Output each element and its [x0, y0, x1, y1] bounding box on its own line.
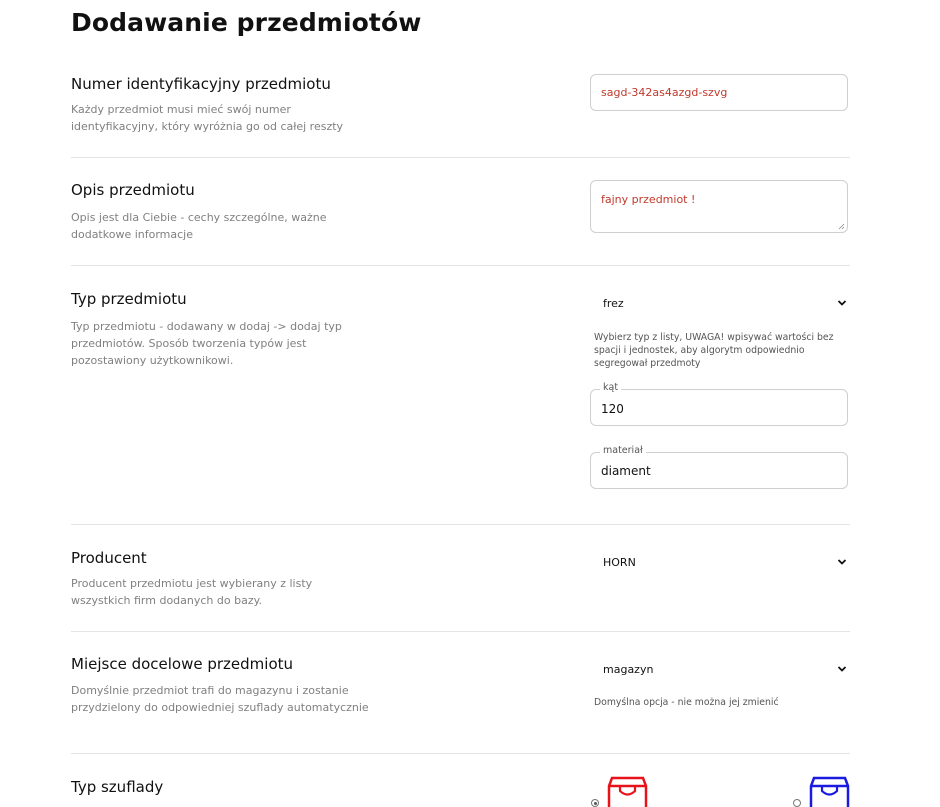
resize-handle-icon[interactable]: [838, 223, 845, 230]
location-section-title: Miejsce docelowe przedmiotu: [71, 655, 294, 673]
drawer-type-radio-2[interactable]: [793, 799, 801, 807]
drawer-blue-icon[interactable]: [808, 776, 852, 807]
divider: [71, 753, 850, 754]
desc-section-title: Opis przedmiotu: [71, 181, 195, 199]
divider: [71, 265, 850, 266]
id-number-input[interactable]: sagd-342as4azgd-szvg: [590, 74, 848, 111]
divider: [71, 631, 850, 632]
producer-section-description: Producent przedmiotu jest wybierany z li…: [71, 577, 313, 607]
type-section-title: Typ przedmiotu: [71, 290, 187, 308]
page-title: Dodawanie przedmiotów: [71, 8, 422, 37]
id-section-description: Każdy przedmiot musi mieć swój numer ide…: [71, 103, 344, 133]
location-section-description: Domyślnie przedmiot trafi do magazynu i …: [71, 684, 369, 714]
producer-select[interactable]: HORN: [590, 548, 850, 578]
description-value: fajny przedmiot !: [601, 193, 696, 206]
drawer-section-title: Typ szuflady: [71, 778, 164, 796]
drawer-red-icon[interactable]: [606, 776, 650, 807]
divider: [71, 524, 850, 525]
chevron-down-icon: [837, 559, 847, 565]
location-selected-value: magazyn: [603, 663, 654, 676]
location-select[interactable]: magazyn: [590, 655, 850, 685]
desc-section-description: Opis jest dla Ciebie - cechy szczególne,…: [71, 211, 327, 241]
divider: [71, 157, 850, 158]
angle-field-value: 120: [601, 402, 624, 416]
drawer-type-radio-1[interactable]: [591, 799, 599, 807]
type-select[interactable]: frez: [590, 289, 850, 319]
type-section-description: Typ przedmiotu - dodawany w dodaj -> dod…: [71, 320, 342, 367]
material-field-label: materiał: [600, 445, 646, 456]
id-number-value: sagd-342as4azgd-szvg: [601, 86, 728, 99]
type-hint: Wybierz typ z listy, UWAGA! wpisywać war…: [594, 332, 834, 369]
material-field-value: diament: [601, 464, 651, 478]
type-selected-value: frez: [603, 297, 624, 310]
description-textarea[interactable]: fajny przedmiot !: [590, 180, 848, 233]
angle-field-label: kąt: [600, 382, 622, 393]
id-section-title: Numer identyfikacyjny przedmiotu: [71, 75, 331, 93]
location-hint: Domyślna opcja - nie można jej zmienić: [594, 697, 779, 708]
chevron-down-icon: [837, 300, 847, 306]
producer-section-title: Producent: [71, 549, 147, 567]
producer-selected-value: HORN: [603, 556, 636, 569]
page: Dodawanie przedmiotów Numer identyfikacy…: [0, 0, 940, 807]
angle-field[interactable]: kąt 120: [590, 382, 848, 426]
chevron-down-icon: [837, 666, 847, 672]
material-field[interactable]: materiał diament: [590, 445, 848, 489]
